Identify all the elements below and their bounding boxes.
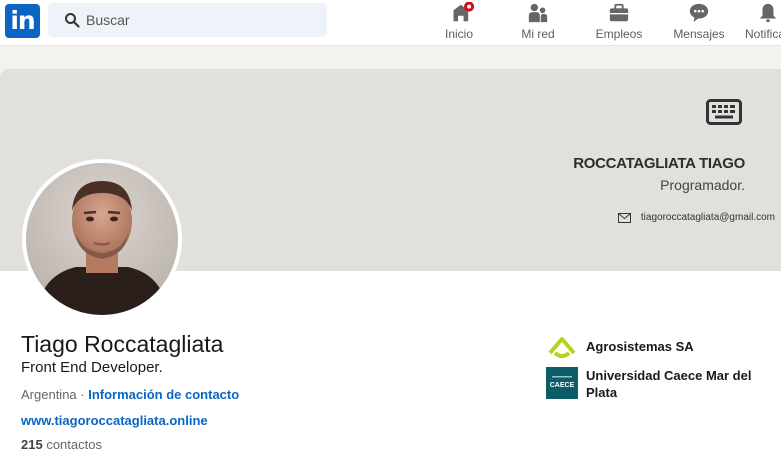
linkedin-logo[interactable]: in bbox=[5, 4, 40, 38]
experience-name: Agrosistemas SA bbox=[586, 339, 694, 354]
nav-item-jobs[interactable]: Empleos bbox=[590, 0, 648, 46]
banner-email-text: tiagoroccatagliata@gmail.com bbox=[640, 212, 775, 223]
message-icon bbox=[689, 3, 709, 23]
nav-item-network[interactable]: Mi red bbox=[514, 0, 562, 46]
website-link[interactable]: www.tiagoroccatagliata.online bbox=[21, 413, 208, 428]
agrosistemas-logo bbox=[548, 337, 576, 358]
mail-icon bbox=[617, 212, 631, 223]
caece-logo-text: CAECE bbox=[550, 382, 575, 389]
nav-item-messages[interactable]: Mensajes bbox=[671, 0, 727, 46]
profile-card: ROCCATAGLIATA TIAGO Programador. tiagoro… bbox=[0, 69, 781, 454]
caece-logo: CAECE bbox=[546, 367, 578, 399]
bell-icon bbox=[759, 3, 777, 23]
connections-count[interactable]: 215 contactos bbox=[21, 437, 102, 452]
banner-role: Programador. bbox=[660, 177, 745, 193]
connections-label: contactos bbox=[42, 437, 102, 452]
nav-item-label: Mi red bbox=[521, 27, 555, 41]
network-icon bbox=[528, 3, 548, 23]
profile-photo bbox=[26, 163, 178, 315]
search-box[interactable] bbox=[48, 3, 327, 37]
education-item[interactable]: CAECE Universidad Caece Mar del Plata bbox=[546, 367, 771, 401]
nav-item-label: Notificac bbox=[744, 27, 781, 41]
profile-location-line: Argentina · Información de contacto bbox=[21, 387, 239, 402]
nav-item-notifications[interactable]: Notificac bbox=[738, 0, 781, 46]
nav-item-home[interactable]: Inicio bbox=[436, 0, 482, 46]
search-input[interactable] bbox=[86, 3, 316, 37]
nav-item-label: Empleos bbox=[595, 27, 643, 41]
banner-email: tiagoroccatagliata@gmail.com bbox=[617, 212, 775, 223]
keyboard-icon bbox=[706, 99, 742, 125]
contact-info-link[interactable]: Información de contacto bbox=[88, 387, 239, 402]
separator: · bbox=[76, 387, 89, 402]
profile-location: Argentina bbox=[21, 387, 77, 402]
banner-name: ROCCATAGLIATA TIAGO bbox=[573, 155, 745, 172]
search-icon bbox=[65, 13, 80, 28]
education-name: Universidad Caece Mar del Plata bbox=[586, 368, 752, 400]
profile-avatar[interactable] bbox=[22, 159, 182, 319]
top-navigation: in Inicio Mi red Empleos bbox=[0, 0, 781, 46]
connections-number: 215 bbox=[21, 437, 43, 452]
briefcase-icon bbox=[609, 3, 629, 22]
home-icon bbox=[453, 2, 475, 22]
profile-name: Tiago Roccatagliata bbox=[21, 331, 224, 357]
experience-item[interactable]: Agrosistemas SA bbox=[546, 331, 771, 363]
nav-item-label: Mensajes bbox=[673, 27, 725, 41]
nav-item-label: Inicio bbox=[444, 27, 473, 41]
profile-headline: Front End Developer. bbox=[21, 359, 163, 376]
